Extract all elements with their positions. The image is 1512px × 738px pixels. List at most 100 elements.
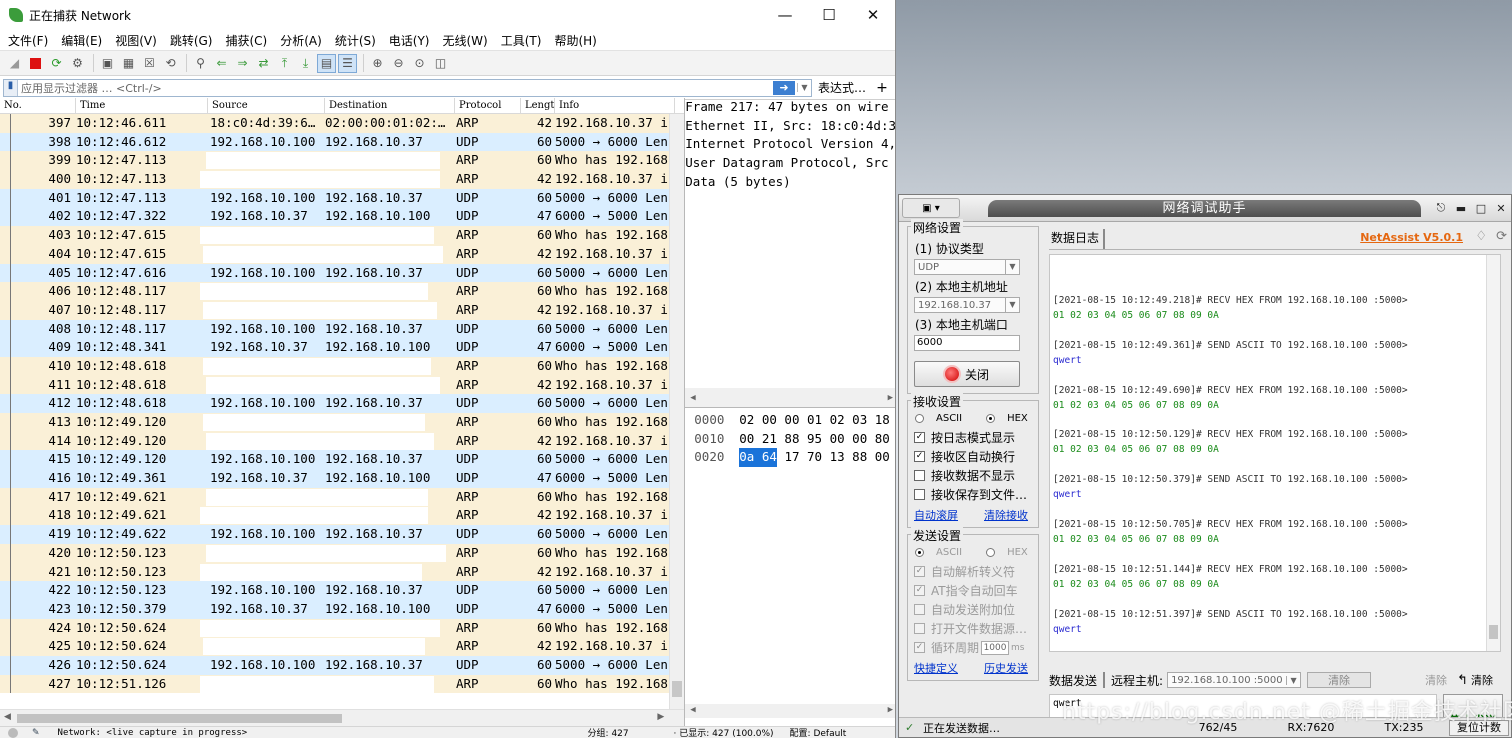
scroll-left-icon[interactable]: ◀ <box>4 712 11 722</box>
table-row[interactable]: 399 10:12:47.113 ARP 60 Who has 192.168 <box>0 151 685 171</box>
column-header[interactable]: Protocol <box>455 98 521 113</box>
table-row[interactable]: 417 10:12:49.621 ARP 60 Who has 192.168 <box>0 487 685 507</box>
table-row[interactable]: 401 10:12:47.113 192.168.10.100 192.168.10.… <box>0 188 685 208</box>
table-row[interactable]: 419 10:12:49.622 192.168.10.100 192.168.10.… <box>0 525 685 544</box>
table-row[interactable]: 406 10:12:48.117 ARP 60 Who has 192.168 <box>0 282 685 301</box>
column-header[interactable]: Destination <box>325 98 455 113</box>
menu-item[interactable]: 工具(T) <box>497 32 546 49</box>
bookmark-icon[interactable]: ▮ <box>4 79 18 96</box>
vscroll-thumb[interactable] <box>1489 625 1498 639</box>
colorize-icon[interactable]: ☰ <box>338 53 357 73</box>
tab-data-log[interactable]: 数据日志 <box>1049 229 1106 249</box>
send-ascii-radio[interactable]: ASCII <box>915 547 974 558</box>
apply-filter-arrow-icon[interactable]: ➜ <box>773 80 795 95</box>
loop-period-input[interactable]: 1000 <box>981 640 1010 655</box>
send-opt-loop[interactable]: ✓ 循环周期 1000 ms <box>914 638 1034 657</box>
protocol-select[interactable]: UDP ▼ <box>914 259 1020 275</box>
hscroll-thumb[interactable] <box>17 714 342 723</box>
filter-dropdown-icon[interactable]: ▼ <box>797 83 811 92</box>
maximize-icon[interactable]: □ <box>1471 202 1491 215</box>
zoom-reset-icon[interactable]: ⊙ <box>410 54 429 73</box>
bytes-hscroll[interactable]: ◀ ▶ <box>685 704 895 718</box>
table-row[interactable]: 413 10:12:49.120 ARP 60 Who has 192.168 <box>0 413 685 432</box>
scroll-right-icon[interactable]: ▶ <box>657 712 664 722</box>
menu-item[interactable]: 编辑(E) <box>57 32 106 49</box>
scroll-left-icon[interactable]: ◀ <box>690 389 695 407</box>
find-packet-icon[interactable]: ⚲ <box>191 54 210 73</box>
recv-ascii-radio[interactable]: ASCII <box>915 413 974 424</box>
go-forward-icon[interactable]: ⇒ <box>233 54 252 73</box>
display-filter-input[interactable]: ▮ 应用显示过滤器 … <Ctrl-/> ➜ ▼ <box>3 78 812 97</box>
local-port-input[interactable]: 6000 <box>914 335 1020 351</box>
capture-options-gear-icon[interactable]: ⚙ <box>68 54 87 73</box>
clear-send-button[interactable]: 清除 <box>1425 672 1447 688</box>
table-row[interactable]: 412 10:12:48.618 192.168.10.100 192.168.10.… <box>0 394 685 413</box>
first-packet-icon[interactable]: ⤒ <box>275 54 294 73</box>
table-row[interactable]: 404 10:12:47.615 ARP 42 192.168.10.37 i <box>0 244 685 264</box>
clear-remote-button[interactable]: 清除 <box>1307 672 1372 688</box>
scroll-left-icon[interactable]: ◀ <box>690 705 695 715</box>
packet-list-hscroll[interactable]: ◀ ▶ <box>0 709 685 726</box>
menu-item[interactable]: 帮助(H) <box>550 32 600 49</box>
open-file-icon[interactable]: ▣ <box>98 54 117 73</box>
table-row[interactable]: 411 10:12:48.618 ARP 42 192.168.10.37 i <box>0 375 685 395</box>
send-history-link[interactable]: 历史发送 <box>984 660 1028 676</box>
recv-opt-save-file[interactable]: 接收保存到文件… <box>914 485 1034 504</box>
close-connection-button[interactable]: 关闭 <box>914 361 1020 387</box>
send-opt-append[interactable]: 自动发送附加位 <box>914 600 1034 619</box>
table-row[interactable]: 410 10:12:48.618 ARP 60 Who has 192.168 <box>0 356 685 376</box>
menu-item[interactable]: 视图(V) <box>111 32 161 49</box>
remote-host-select[interactable]: 192.168.10.100 :5000 ▼ <box>1167 672 1302 688</box>
hex-row[interactable]: 0020 0a 64 17 70 13 88 00 <box>685 448 895 468</box>
table-row[interactable]: 414 10:12:49.120 ARP 42 192.168.10.37 i <box>0 431 685 451</box>
close-icon[interactable]: ✕ <box>1491 202 1511 215</box>
local-host-select[interactable]: 192.168.10.37 ▼ <box>914 297 1020 313</box>
table-row[interactable]: 400 10:12:47.113 ARP 42 192.168.10.37 i <box>0 170 685 189</box>
table-row[interactable]: 418 10:12:49.621 ARP 42 192.168.10.37 i <box>0 506 685 526</box>
pin-icon[interactable]: ⎋ <box>1431 201 1451 215</box>
column-header[interactable]: Info <box>555 98 675 113</box>
close-file-icon[interactable]: ☒ <box>140 54 159 73</box>
table-row[interactable]: 425 10:12:50.624 ARP 42 192.168.10.37 i <box>0 637 685 656</box>
maximize-icon[interactable]: ☐ <box>807 0 851 30</box>
menu-item[interactable]: 文件(F) <box>4 32 52 49</box>
table-row[interactable]: 408 10:12:48.117 192.168.10.100 192.168.10.… <box>0 319 685 339</box>
zoom-in-icon[interactable]: ⊕ <box>368 54 387 73</box>
hex-row[interactable]: 0010 00 21 88 95 00 00 80 <box>685 430 895 449</box>
close-icon[interactable]: ✕ <box>851 0 895 30</box>
menu-item[interactable]: 跳转(G) <box>166 32 217 49</box>
tab-data-send[interactable]: 数据发送 <box>1049 672 1097 689</box>
data-log-area[interactable]: [2021-08-15 10:12:49.218]# RECV HEX FROM… <box>1049 254 1501 652</box>
clear-all-button[interactable]: ↰ 清除 <box>1457 672 1493 688</box>
send-opt-escape[interactable]: ✓ 自动解析转义符 <box>914 562 1034 581</box>
send-opt-at-cr[interactable]: ✓ AT指令自动回车 <box>914 581 1034 600</box>
detail-tree-item[interactable]: User Datagram Protocol, Src <box>685 154 895 173</box>
detail-tree-item[interactable]: Ethernet II, Src: 18:c0:4d:3 <box>685 117 895 136</box>
table-row[interactable]: 421 10:12:50.123 ARP 42 192.168.10.37 i <box>0 562 685 582</box>
recv-hex-radio[interactable]: HEX <box>986 413 1040 424</box>
table-row[interactable]: 427 10:12:51.126 ARP 60 Who has 192.168 <box>0 674 685 694</box>
version-link[interactable]: NetAssist V5.0.1 <box>1360 231 1463 244</box>
menu-item[interactable]: 电话(Y) <box>385 32 434 49</box>
profile-label[interactable]: 配置: Default <box>790 727 895 738</box>
resize-columns-icon[interactable]: ◫ <box>431 54 450 73</box>
refresh-icon[interactable]: ⟳ <box>1496 229 1507 244</box>
recv-opt-hide-data[interactable]: 接收数据不显示 <box>914 466 1034 485</box>
send-opt-file-source[interactable]: 打开文件数据源… <box>914 619 1034 638</box>
restart-capture-icon[interactable]: ⟳ <box>47 54 66 73</box>
menu-item[interactable]: 统计(S) <box>331 32 380 49</box>
edit-comment-icon[interactable]: ✎ <box>32 728 40 738</box>
detail-tree-item[interactable]: Internet Protocol Version 4, <box>685 135 895 154</box>
save-file-icon[interactable]: ▦ <box>119 54 138 73</box>
column-header[interactable]: Lengt <box>521 98 555 113</box>
go-back-icon[interactable]: ⇐ <box>212 54 231 73</box>
system-menu-icon[interactable]: ▣ ▾ <box>902 198 960 218</box>
dropdown-arrow-icon[interactable]: ▼ <box>1005 298 1019 312</box>
minimize-icon[interactable]: — <box>763 0 807 30</box>
table-row[interactable]: 409 10:12:48.341 192.168.10.37 192.168.10.1… <box>0 338 685 357</box>
expert-info-icon[interactable] <box>8 727 18 738</box>
scroll-right-icon[interactable]: ▶ <box>888 389 893 407</box>
column-header[interactable]: Source <box>208 98 325 113</box>
autoscroll-icon[interactable]: ▤ <box>317 53 336 73</box>
recv-opt-auto-wrap[interactable]: ✓ 接收区自动换行 <box>914 447 1034 466</box>
